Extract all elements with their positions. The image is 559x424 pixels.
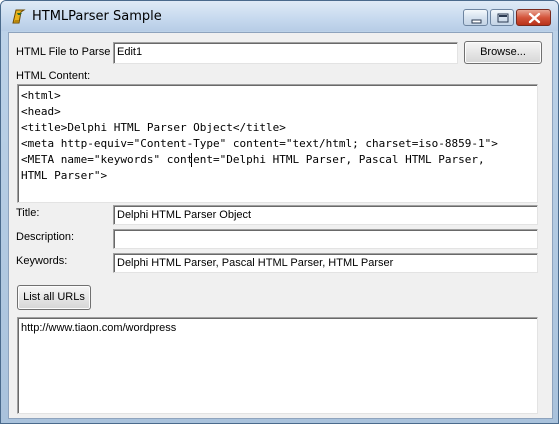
title-input[interactable]: Delphi HTML Parser Object (113, 205, 538, 225)
form-client-area: HTML File to Parse Edit1 Browse... HTML … (8, 32, 553, 419)
keywords-input[interactable]: Delphi HTML Parser, Pascal HTML Parser, … (113, 253, 538, 273)
description-label: Description: (16, 231, 75, 243)
title-label: Title: (16, 207, 40, 219)
file-label: HTML File to Parse (16, 46, 111, 58)
html-content-memo[interactable]: <html> <head> <title>Delphi HTML Parser … (17, 84, 538, 203)
code-line: <meta http-equiv="Content-Type" content=… (21, 137, 498, 150)
code-line: HTML Parser"> (21, 169, 108, 182)
code-line: <head> (21, 105, 61, 118)
close-button[interactable] (516, 9, 551, 26)
window-title: HTMLParser Sample (32, 9, 162, 24)
minimize-icon (471, 19, 482, 24)
close-icon (528, 12, 541, 24)
code-line: <title>Delphi HTML Parser Object</title> (21, 121, 286, 134)
urls-memo[interactable]: http://www.tiaon.com/wordpress (17, 317, 538, 414)
title-bar[interactable]: HTMLParser Sample (1, 1, 558, 31)
app-window: HTMLParser Sample HTML File to Parse Edi… (0, 0, 559, 424)
maximize-button[interactable] (490, 9, 514, 26)
list-urls-button[interactable]: List all URLs (17, 285, 91, 310)
file-path-input[interactable]: Edit1 (113, 42, 458, 64)
maximize-icon (497, 13, 509, 23)
html-content-label: HTML Content: (16, 70, 91, 82)
keywords-label: Keywords: (16, 255, 68, 267)
text-caret (191, 153, 192, 167)
code-line: <html> (21, 89, 61, 102)
description-input[interactable] (113, 229, 538, 249)
delphi-helmet-icon (10, 8, 27, 25)
url-item: http://www.tiaon.com/wordpress (21, 322, 177, 334)
minimize-button[interactable] (463, 9, 488, 26)
code-line: <META name="keywords" content="Delphi HT… (21, 153, 485, 166)
browse-button[interactable]: Browse... (464, 41, 542, 64)
